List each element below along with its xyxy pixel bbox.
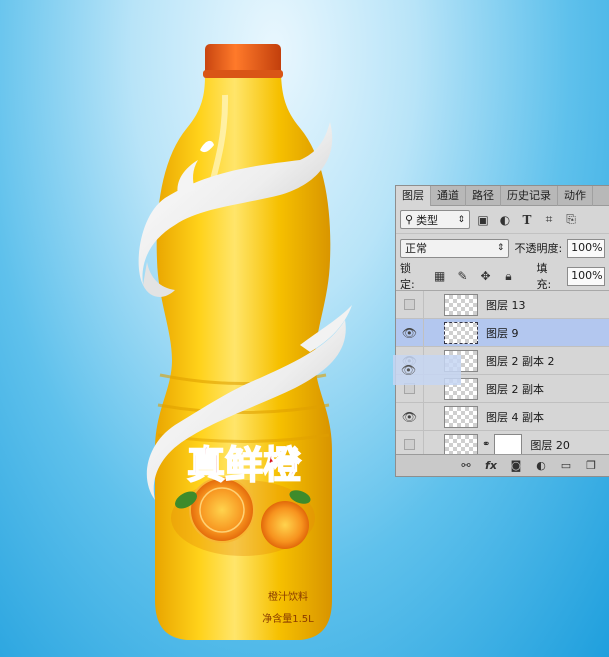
chevron-down-icon: ⇕ xyxy=(496,243,505,253)
lock-transparent-icon[interactable]: ▦ xyxy=(431,267,449,285)
layer-row[interactable]: 图层 13 xyxy=(396,290,609,319)
lock-row: 锁定: ▦ ✎ ✥ 🔒︎ 填充: 100% xyxy=(396,262,609,291)
new-group-icon[interactable]: ▭ xyxy=(559,459,573,472)
lock-image-icon[interactable]: ✎ xyxy=(454,267,472,285)
tab-paths[interactable]: 路径 xyxy=(466,186,501,206)
visibility-toggle[interactable]: 👁︎ xyxy=(396,402,424,431)
filter-row: ⚲ 类型 ⇕ ▣ ◐ T ⌗ ⎘ xyxy=(396,206,609,234)
visibility-toggle[interactable] xyxy=(396,290,424,319)
lock-all-icon[interactable]: 🔒︎ xyxy=(500,267,518,285)
fx-icon[interactable]: fx xyxy=(484,459,498,472)
fill-field[interactable]: 100% xyxy=(567,266,606,286)
layer-thumbnail xyxy=(444,293,478,316)
chevron-down-icon: ⇕ xyxy=(457,214,465,225)
lock-label: 锁定: xyxy=(400,262,415,291)
text-filter-icon[interactable]: T xyxy=(518,211,536,229)
filter-type-select[interactable]: ⚲ 类型 ⇕ xyxy=(400,210,470,229)
mask-thumbnail xyxy=(494,433,523,456)
blend-mode-label: 正常 xyxy=(405,242,427,255)
bottle-subtitle-text: 橙汁饮料 xyxy=(268,590,308,603)
fill-label: 填充: xyxy=(536,262,552,291)
hidden-box-icon xyxy=(404,439,415,450)
filter-type-label: 类型 xyxy=(416,213,439,227)
panel-tabs: 图层 通道 路径 历史记录 动作 xyxy=(396,186,609,206)
layer-name: 图层 4 副本 xyxy=(486,410,544,424)
layer-name: 图层 20 xyxy=(530,438,570,452)
new-layer-icon[interactable]: ❐ xyxy=(584,459,598,472)
blend-mode-select[interactable]: 正常 ⇕ xyxy=(400,238,510,258)
layer-name: 图层 2 副本 xyxy=(486,382,544,396)
layer-row[interactable]: 👁︎ 图层 4 副本 xyxy=(396,402,609,431)
layer-thumbnail xyxy=(444,433,478,456)
layer-thumbnail xyxy=(444,405,478,428)
shape-filter-icon[interactable]: ⌗ xyxy=(540,211,558,229)
link-icon: ⚭ xyxy=(482,439,491,450)
tab-actions[interactable]: 动作 xyxy=(558,186,593,206)
hidden-box-icon xyxy=(404,299,415,310)
layer-row-selected[interactable]: 👁︎ 图层 9 xyxy=(396,318,609,347)
layer-name: 图层 9 xyxy=(486,326,519,340)
image-filter-icon[interactable]: ▣ xyxy=(474,211,492,229)
eye-icon: 👁︎ xyxy=(401,325,418,340)
blend-row: 正常 ⇕ 不透明度: 100% xyxy=(396,234,609,262)
link-layers-icon[interactable]: ⚯ xyxy=(459,459,473,472)
bottle-volume-text: 净含量1.5L xyxy=(262,612,314,625)
opacity-field[interactable]: 100% xyxy=(567,238,605,258)
visibility-toggle[interactable]: 👁︎ xyxy=(396,318,424,347)
opacity-label: 不透明度: xyxy=(514,242,563,255)
tab-history[interactable]: 历史记录 xyxy=(501,186,558,206)
eye-icon: 👁︎ xyxy=(401,363,417,377)
layer-name: 图层 13 xyxy=(486,298,526,312)
tab-layers[interactable]: 图层 xyxy=(396,186,431,206)
smart-object-filter-icon[interactable]: ⎘ xyxy=(562,211,580,229)
search-icon: ⚲ xyxy=(405,213,414,226)
dragging-layer-ghost[interactable]: 👁︎ xyxy=(393,355,461,385)
add-mask-icon[interactable]: ◙ xyxy=(509,459,523,472)
adjustment-layer-icon[interactable]: ◐ xyxy=(534,459,548,472)
eye-icon: 👁︎ xyxy=(401,409,418,424)
lock-position-icon[interactable]: ✥ xyxy=(477,267,495,285)
adjustment-filter-icon[interactable]: ◐ xyxy=(496,211,514,229)
bottle-brand-text: 真鲜橙 xyxy=(187,443,302,487)
panel-bottom-bar: ⚯ fx ◙ ◐ ▭ ❐ xyxy=(396,454,609,476)
layer-name: 图层 2 副本 2 xyxy=(486,354,555,368)
tab-channels[interactable]: 通道 xyxy=(431,186,466,206)
layers-panel: 图层 通道 路径 历史记录 动作 ⚲ 类型 ⇕ ▣ ◐ T ⌗ ⎘ 正常 ⇕ 不… xyxy=(395,185,609,477)
layer-thumbnail xyxy=(444,321,478,344)
